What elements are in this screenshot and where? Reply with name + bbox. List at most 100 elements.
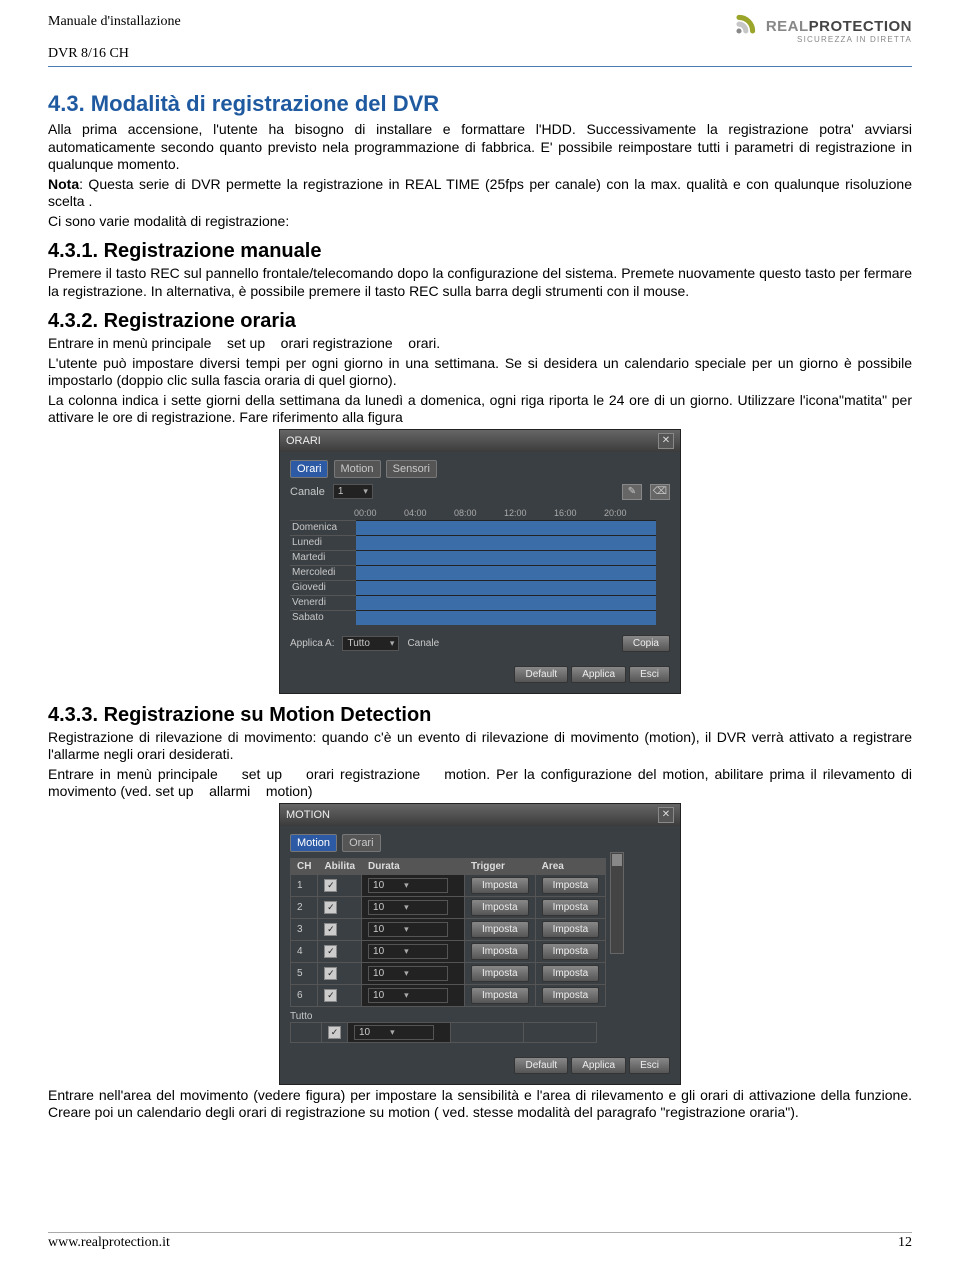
para-4-3-c: Ci sono varie modalità di registrazione:	[48, 213, 912, 231]
trigger-button[interactable]: Imposta	[471, 965, 529, 982]
tab-sensori[interactable]: Sensori	[386, 460, 437, 478]
esci-button[interactable]: Esci	[629, 1057, 670, 1074]
para-4-3-2-b: L'utente può impostare diversi tempi per…	[48, 355, 912, 390]
durata-select[interactable]: 10	[368, 922, 448, 937]
day-label: Giovedi	[290, 580, 356, 594]
scrollbar[interactable]	[610, 852, 624, 954]
durata-select[interactable]: 10	[368, 878, 448, 893]
durata-select[interactable]: 10	[368, 966, 448, 981]
area-button[interactable]: Imposta	[542, 965, 600, 982]
area-button[interactable]: Imposta	[542, 943, 600, 960]
footer-site: www.realprotection.it	[48, 1235, 170, 1251]
brand-bold: PROTECTION	[809, 18, 912, 35]
trigger-button[interactable]: Imposta	[471, 921, 529, 938]
default-button[interactable]: Default	[514, 1057, 568, 1074]
applica-button[interactable]: Applica	[571, 666, 626, 683]
nota-text: : Questa serie di DVR permette la regist…	[48, 176, 912, 210]
schedule-grid[interactable]: Domenica Lunedi Martedi Mercoledi Gioved…	[290, 520, 670, 625]
para-4-3-nota: Nota: Questa serie di DVR permette la re…	[48, 176, 912, 211]
applica-button[interactable]: Applica	[571, 1057, 626, 1074]
tab-orari2[interactable]: Orari	[342, 834, 380, 852]
copia-button[interactable]: Copia	[622, 635, 670, 652]
default-button[interactable]: Default	[514, 666, 568, 683]
checkbox[interactable]: ✓	[324, 989, 337, 1002]
trigger-button[interactable]: Imposta	[471, 987, 529, 1004]
motion-tabs: Motion Orari	[290, 834, 670, 852]
para-4-3-3-a: Registrazione di rilevazione di moviment…	[48, 729, 912, 764]
page-footer: www.realprotection.it 12	[48, 1232, 912, 1251]
day-label: Domenica	[290, 520, 356, 534]
motion-table: CH Abilita Durata Trigger Area 1 ✓ 10 Im…	[290, 858, 606, 1007]
durata-select[interactable]: 10	[368, 944, 448, 959]
durata-select[interactable]: 10	[368, 900, 448, 915]
schedule-bar[interactable]	[356, 580, 656, 595]
heading-4-3-1: 4.3.1. Registrazione manuale	[48, 240, 912, 263]
orari-title: ORARI	[286, 435, 321, 447]
schedule-bar[interactable]	[356, 550, 656, 565]
tab-motion[interactable]: Motion	[334, 460, 381, 478]
day-label: Venerdi	[290, 595, 356, 609]
doc-title: Manuale d'installazione	[48, 14, 181, 30]
checkbox[interactable]: ✓	[324, 967, 337, 980]
timeline-header: 00:00 04:00 08:00 12:00 16:00 20:00	[354, 508, 670, 518]
trigger-button[interactable]: Imposta	[471, 943, 529, 960]
schedule-bar[interactable]	[356, 595, 656, 610]
durata-select[interactable]: 10	[368, 988, 448, 1003]
doc-model: DVR 8/16 CH	[48, 46, 181, 62]
trigger-button[interactable]: Imposta	[471, 877, 529, 894]
schedule-bar[interactable]	[356, 520, 656, 535]
tab-motion2[interactable]: Motion	[290, 834, 337, 852]
motion-dialog: MOTION ✕ Motion Orari CH Abilita Durata …	[279, 803, 681, 1085]
pencil-icon[interactable]: ✎	[622, 484, 642, 500]
table-row: 1 ✓ 10 Imposta Imposta	[291, 874, 606, 896]
area-button[interactable]: Imposta	[542, 921, 600, 938]
eraser-icon[interactable]: ⌫	[650, 484, 670, 500]
heading-4-3: 4.3. Modalità di registrazione del DVR	[48, 91, 912, 117]
close-icon[interactable]: ✕	[658, 433, 674, 449]
day-label: Lunedi	[290, 535, 356, 549]
page-header: Manuale d'installazione DVR 8/16 CH REAL…	[48, 14, 912, 67]
area-button[interactable]: Imposta	[542, 877, 600, 894]
trigger-button[interactable]: Imposta	[471, 899, 529, 916]
area-button[interactable]: Imposta	[542, 899, 600, 916]
col-area: Area	[535, 858, 606, 874]
checkbox[interactable]: ✓	[324, 879, 337, 892]
footer-page: 12	[898, 1235, 912, 1251]
checkbox[interactable]: ✓	[324, 923, 337, 936]
area-button[interactable]: Imposta	[542, 987, 600, 1004]
para-4-3-2-a: Entrare in menù principale set up orari …	[48, 335, 912, 353]
canale-label2: Canale	[407, 638, 439, 649]
para-4-3-1: Premere il tasto REC sul pannello fronta…	[48, 265, 912, 300]
tab-orari[interactable]: Orari	[290, 460, 328, 478]
table-row: 4 ✓ 10 Imposta Imposta	[291, 940, 606, 962]
brand-logo: REALPROTECTION SICUREZZA IN DIRETTA	[722, 14, 912, 48]
day-label: Martedi	[290, 550, 356, 564]
canale-label: Canale	[290, 486, 325, 498]
checkbox[interactable]: ✓	[324, 901, 337, 914]
tutto-label: Tutto	[290, 1011, 312, 1022]
schedule-bar[interactable]	[356, 565, 656, 580]
durata-all-select[interactable]: 10	[354, 1025, 434, 1040]
para-4-3-a: Alla prima accensione, l'utente ha bisog…	[48, 121, 912, 174]
para-4-3-3-b: Entrare in menù principale set up orari …	[48, 766, 912, 801]
close-icon[interactable]: ✕	[658, 807, 674, 823]
col-ch: CH	[291, 858, 318, 874]
table-row: 2 ✓ 10 Imposta Imposta	[291, 896, 606, 918]
canale-select[interactable]: 1	[333, 484, 373, 499]
esci-button[interactable]: Esci	[629, 666, 670, 683]
table-row: ✓ 10	[291, 1022, 597, 1042]
brand-tagline: SICUREZZA IN DIRETTA	[766, 35, 912, 44]
checkbox[interactable]: ✓	[324, 945, 337, 958]
applica-a-select[interactable]: Tutto	[342, 636, 399, 651]
table-row: 6 ✓ 10 Imposta Imposta	[291, 984, 606, 1006]
heading-4-3-2: 4.3.2. Registrazione oraria	[48, 310, 912, 333]
col-durata: Durata	[362, 858, 465, 874]
day-label: Mercoledi	[290, 565, 356, 579]
applica-a-label: Applica A:	[290, 638, 334, 649]
schedule-bar[interactable]	[356, 610, 656, 625]
heading-4-3-3: 4.3.3. Registrazione su Motion Detection	[48, 704, 912, 727]
table-row: 3 ✓ 10 Imposta Imposta	[291, 918, 606, 940]
schedule-bar[interactable]	[356, 535, 656, 550]
col-abilita: Abilita	[318, 858, 362, 874]
checkbox-all[interactable]: ✓	[328, 1026, 341, 1039]
